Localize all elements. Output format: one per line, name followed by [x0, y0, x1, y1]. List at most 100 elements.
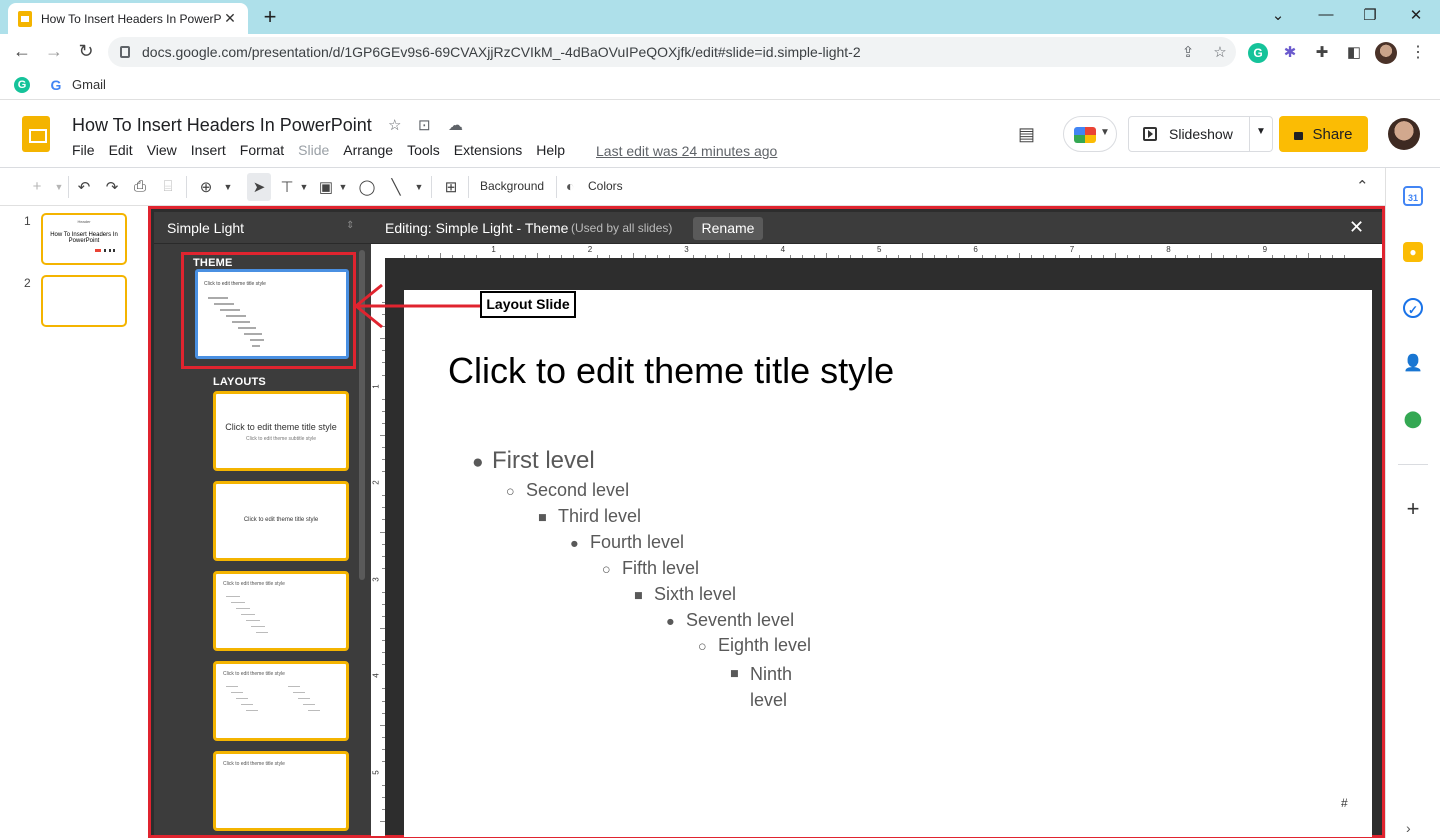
add-addon-icon[interactable]: +: [1403, 496, 1423, 522]
line-icon[interactable]: ╲: [385, 178, 407, 196]
ruler-tick: [1151, 255, 1153, 258]
bookmark-star-icon[interactable]: ☆: [1204, 43, 1236, 61]
line-dropdown-icon[interactable]: ▼: [408, 182, 430, 192]
document-title[interactable]: How To Insert Headers In PowerPoint: [72, 115, 372, 136]
close-icon[interactable]: ✕: [1349, 217, 1364, 238]
slides-logo-icon[interactable]: [22, 116, 50, 152]
collapse-toolbar-icon[interactable]: ⌃: [1356, 177, 1369, 195]
slideshow-button[interactable]: Slideshow ▼: [1128, 116, 1273, 152]
slideshow-dropdown-icon[interactable]: ▼: [1256, 126, 1266, 137]
extensions-puzzle-icon[interactable]: ✚: [1312, 43, 1332, 63]
master-slide-thumbnail[interactable]: Click to edit theme title style: [195, 269, 349, 359]
menu-insert[interactable]: Insert: [191, 142, 226, 158]
layout-thumbnail[interactable]: Click to edit theme title style Click to…: [213, 391, 349, 471]
slide-title-placeholder[interactable]: Click to edit theme title style: [448, 350, 894, 392]
menu-edit[interactable]: Edit: [109, 142, 133, 158]
rename-button[interactable]: Rename: [693, 217, 763, 240]
ruler-tick: [382, 471, 385, 473]
text-box-dropdown-icon[interactable]: ▼: [293, 182, 315, 192]
print-icon[interactable]: ⎙: [129, 178, 151, 195]
layout-thumbnail[interactable]: Click to edit theme title style: [213, 481, 349, 561]
ruler-tick: [1006, 255, 1008, 258]
image-dropdown-icon[interactable]: ▼: [332, 182, 354, 192]
layout-thumbnail[interactable]: Click to edit theme title style: [213, 661, 349, 741]
contacts-icon[interactable]: 👤: [1403, 354, 1423, 374]
address-bar[interactable]: docs.google.com/presentation/d/1GP6GEv9s…: [108, 37, 1236, 67]
shape-icon[interactable]: ◯: [356, 178, 378, 196]
menu-extensions[interactable]: Extensions: [454, 142, 522, 158]
browser-tab[interactable]: How To Insert Headers In PowerP ✕: [8, 3, 248, 34]
redo-icon[interactable]: ↷: [101, 178, 123, 196]
grammarly-extension-icon[interactable]: G: [1248, 43, 1268, 63]
new-tab-button[interactable]: +: [258, 4, 282, 30]
menu-slide[interactable]: Slide: [298, 142, 329, 158]
body-level-8[interactable]: ○ Eighth level: [698, 635, 811, 656]
background-button[interactable]: Background: [480, 179, 544, 193]
undo-icon[interactable]: ↶: [73, 178, 95, 196]
meet-button[interactable]: ▼: [1063, 116, 1117, 152]
menu-format[interactable]: Format: [240, 142, 284, 158]
layout-thumbnail[interactable]: Click to edit theme title style: [213, 751, 349, 831]
theme-name[interactable]: Simple Light: [167, 220, 244, 236]
body-level-9[interactable]: ■ Ninth level: [730, 661, 820, 713]
new-slide-icon[interactable]: +: [26, 178, 48, 195]
slide-thumbnail[interactable]: [41, 275, 127, 327]
last-edit-link[interactable]: Last edit was 24 minutes ago: [596, 143, 777, 159]
paint-format-icon[interactable]: ⌸: [157, 178, 179, 195]
ruler-tick: [994, 255, 996, 258]
body-level-1[interactable]: ● First level: [472, 447, 595, 475]
chrome-menu-icon[interactable]: ⋮: [1410, 42, 1426, 62]
close-window-button[interactable]: ✕: [1406, 6, 1426, 24]
body-level-3[interactable]: ■ Third level: [538, 506, 641, 527]
body-level-5[interactable]: ○ Fifth level: [602, 558, 699, 579]
menu-help[interactable]: Help: [536, 142, 565, 158]
slide-number-placeholder[interactable]: #: [1341, 796, 1348, 810]
ruler-number: 1: [491, 245, 496, 254]
slide-canvas[interactable]: Click to edit theme title style ● First l…: [404, 290, 1372, 837]
body-level-6[interactable]: ■ Sixth level: [634, 584, 736, 605]
slide-thumbnail[interactable]: Header How To Insert Headers In PowerPoi…: [41, 213, 127, 265]
colors-button[interactable]: Colors: [588, 179, 623, 193]
star-icon[interactable]: ☆: [388, 116, 401, 134]
account-avatar[interactable]: [1388, 118, 1420, 150]
side-panel-icon[interactable]: ◧: [1344, 43, 1364, 63]
menu-arrange[interactable]: Arrange: [343, 142, 393, 158]
horizontal-ruler[interactable]: 1 2 3 4 5 6 7 8 9: [371, 244, 1382, 258]
vertical-ruler[interactable]: 1 2 3 4 5: [371, 258, 385, 836]
extension-sparkle-icon[interactable]: ✱: [1280, 43, 1300, 63]
calendar-icon[interactable]: 31: [1403, 186, 1423, 206]
comments-icon[interactable]: ▤: [1018, 124, 1035, 145]
body-level-7[interactable]: ● Seventh level: [666, 610, 794, 631]
profile-avatar[interactable]: [1375, 42, 1397, 64]
forward-button[interactable]: →: [43, 41, 65, 62]
minimize-button[interactable]: —: [1316, 6, 1336, 23]
menu-view[interactable]: View: [147, 142, 177, 158]
menu-file[interactable]: File: [72, 142, 95, 158]
ruler-number: 2: [587, 245, 593, 254]
new-slide-dropdown-icon[interactable]: ▼: [48, 182, 70, 192]
add-comment-icon[interactable]: ⊞: [440, 178, 462, 196]
layout-thumbnail[interactable]: Click to edit theme title style: [213, 571, 349, 651]
body-level-2[interactable]: ○ Second level: [506, 480, 629, 501]
restore-button[interactable]: ❐: [1360, 6, 1380, 24]
cloud-saved-icon[interactable]: ☁: [448, 116, 463, 134]
grammarly-bookmark-icon[interactable]: G: [14, 76, 30, 93]
body-level-4[interactable]: ● Fourth level: [570, 532, 684, 553]
share-button[interactable]: Share: [1279, 116, 1368, 152]
move-folder-icon[interactable]: ⊡: [418, 116, 431, 134]
keep-icon[interactable]: ●: [1403, 242, 1423, 262]
back-button[interactable]: ←: [11, 41, 33, 62]
maps-icon[interactable]: ⬤: [1403, 410, 1423, 430]
bookmark-gmail[interactable]: Gmail: [72, 77, 106, 92]
zoom-icon[interactable]: ⊕: [195, 178, 217, 196]
reload-button[interactable]: ↻: [75, 41, 97, 62]
theme-select-icon[interactable]: ⇕: [346, 220, 354, 231]
zoom-dropdown-icon[interactable]: ▼: [217, 182, 239, 192]
tasks-icon[interactable]: ✓: [1403, 298, 1423, 318]
used-by-label: (Used by all slides): [571, 221, 673, 235]
menu-tools[interactable]: Tools: [407, 142, 440, 158]
share-page-icon[interactable]: ⇪: [1172, 43, 1204, 61]
tab-search-icon[interactable]: ⌄: [1268, 6, 1288, 24]
tab-close-icon[interactable]: ✕: [222, 10, 238, 27]
chevron-right-icon[interactable]: ›: [1406, 820, 1411, 836]
